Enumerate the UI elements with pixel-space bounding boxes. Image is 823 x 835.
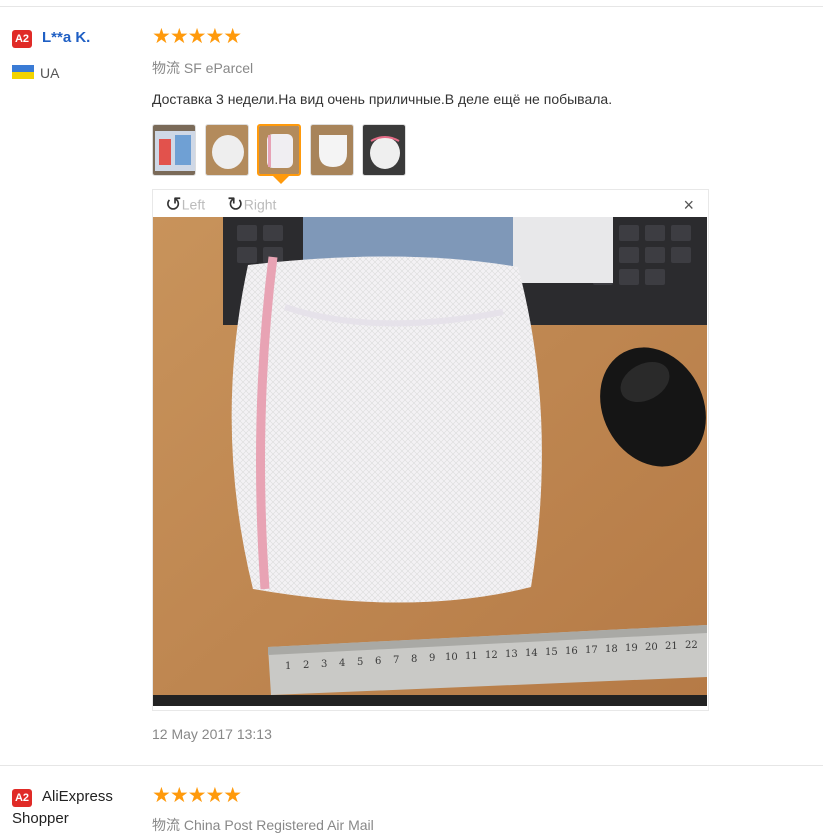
- review-photo-thumbnail-4[interactable]: [310, 124, 354, 176]
- logistics-info: 物流 SF eParcel: [152, 60, 254, 76]
- svg-text:11: 11: [465, 651, 478, 662]
- svg-text:4: 4: [339, 658, 345, 669]
- ukraine-flag-icon: [12, 65, 34, 79]
- reviewer-name[interactable]: L**a K.: [42, 29, 90, 46]
- rotate-left-icon: ↺: [165, 194, 182, 216]
- review-divider: [0, 765, 823, 766]
- svg-text:12: 12: [485, 650, 498, 661]
- review-photo-thumbnail-1[interactable]: [152, 124, 196, 176]
- svg-text:2: 2: [303, 660, 309, 671]
- svg-text:22: 22: [685, 640, 698, 651]
- svg-text:16: 16: [565, 646, 578, 657]
- review-date: 12 May 2017 13:13: [152, 726, 272, 742]
- svg-text:3: 3: [321, 659, 327, 670]
- review-photo-large: 123 456 789 10 11 12 13 14 15 16 17 18 19 20 21 …: [153, 217, 707, 706]
- active-thumbnail-pointer: [273, 176, 289, 184]
- reviewer-country: UA: [40, 65, 60, 81]
- user-level-badge: A2: [12, 30, 32, 48]
- svg-text:15: 15: [545, 647, 558, 658]
- rating-stars-2: ★★★★★: [152, 784, 242, 807]
- reviewer-name-2-line2[interactable]: Shopper: [12, 810, 69, 827]
- review-text: Доставка 3 недели.На вид очень приличные…: [152, 91, 613, 107]
- rotate-right-icon: ↻: [227, 194, 244, 216]
- review-photo-thumbnail-2[interactable]: [205, 124, 249, 176]
- svg-text:5: 5: [357, 657, 363, 668]
- rotate-left-button[interactable]: ↺Left: [165, 192, 205, 217]
- logistics-info-2: 物流 China Post Registered Air Mail: [152, 817, 374, 833]
- svg-text:21: 21: [665, 641, 678, 652]
- rotate-left-label: Left: [181, 196, 206, 213]
- svg-text:6: 6: [375, 656, 381, 667]
- svg-text:18: 18: [605, 644, 618, 655]
- svg-text:9: 9: [429, 653, 435, 664]
- review-photo-thumbnail-5[interactable]: [362, 124, 406, 176]
- svg-text:8: 8: [411, 654, 417, 665]
- review-photo-thumbnail-3[interactable]: [257, 124, 301, 176]
- rotate-right-label: Right: [243, 196, 277, 213]
- svg-text:17: 17: [585, 645, 598, 656]
- svg-text:13: 13: [505, 649, 518, 660]
- svg-text:1: 1: [285, 661, 291, 672]
- top-divider: [0, 6, 823, 7]
- reviewer-name-2-line1[interactable]: AliExpress: [42, 788, 113, 805]
- close-icon[interactable]: ×: [683, 195, 694, 216]
- svg-text:10: 10: [445, 652, 458, 663]
- user-level-badge-2: A2: [12, 789, 32, 807]
- viewer-toolbar: ↺Left ↻Right ×: [153, 190, 708, 217]
- photo-viewer: ↺Left ↻Right × 1 2 3 4 5 6 7 8 9 10 11 1…: [152, 189, 709, 711]
- svg-text:20: 20: [645, 642, 658, 653]
- svg-text:7: 7: [393, 655, 399, 666]
- rotate-right-button[interactable]: ↻Right: [227, 192, 276, 217]
- svg-text:14: 14: [525, 648, 538, 659]
- svg-text:19: 19: [625, 643, 638, 654]
- rating-stars: ★★★★★: [152, 25, 242, 48]
